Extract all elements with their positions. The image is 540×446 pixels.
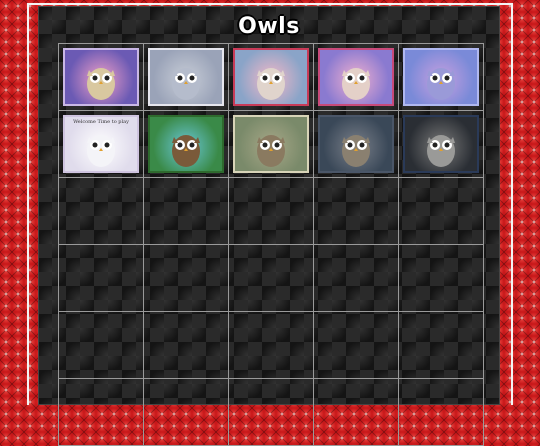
thumbnail-link[interactable]: Welcome Time to play	[63, 115, 139, 173]
grid-cell: Welcome Time to play	[59, 111, 144, 178]
owl-illustration-icon	[257, 68, 285, 100]
thumbnail-link[interactable]	[148, 48, 224, 106]
page-title: Owls	[238, 14, 300, 39]
thumbnail-link[interactable]	[403, 48, 479, 106]
grid-cell	[314, 111, 399, 178]
thumbnail-link[interactable]	[63, 48, 139, 106]
grid-cell	[229, 312, 314, 379]
owl-illustration-icon	[427, 135, 455, 167]
grid-cell	[399, 312, 484, 379]
grid-cell	[229, 245, 314, 312]
grid-cell	[144, 245, 229, 312]
grid-cell	[399, 111, 484, 178]
grid-cell	[314, 312, 399, 379]
grid-cell	[229, 178, 314, 245]
owl-illustration-icon	[342, 68, 370, 100]
thumbnail-link[interactable]	[318, 115, 394, 173]
grid-cell	[229, 379, 314, 446]
owl-illustration-icon	[87, 135, 115, 167]
owl-illustration-icon	[172, 68, 200, 100]
grid-cell	[144, 44, 229, 111]
thumbnail-link[interactable]	[233, 115, 309, 173]
thumbnail-grid: Welcome Time to play	[58, 43, 484, 446]
grid-cell	[399, 379, 484, 446]
grid-cell	[314, 178, 399, 245]
grid-cell	[314, 245, 399, 312]
grid-cell	[144, 312, 229, 379]
owl-illustration-icon	[87, 68, 115, 100]
grid-cell	[144, 379, 229, 446]
owl-illustration-icon	[427, 68, 455, 100]
grid-cell	[229, 44, 314, 111]
thumbnail-link[interactable]	[318, 48, 394, 106]
thumbnail-link[interactable]	[148, 115, 224, 173]
owl-illustration-icon	[257, 135, 285, 167]
grid-cell	[59, 245, 144, 312]
grid-cell	[59, 379, 144, 446]
grid-cell	[59, 44, 144, 111]
grid-cell	[399, 178, 484, 245]
grid-cell	[59, 178, 144, 245]
grid-cell	[59, 312, 144, 379]
grid-cell	[314, 379, 399, 446]
thumbnail-link[interactable]	[233, 48, 309, 106]
grid-cell	[399, 245, 484, 312]
grid-cell	[399, 44, 484, 111]
grid-cell	[144, 111, 229, 178]
thumbnail-link[interactable]	[403, 115, 479, 173]
grid-cell	[229, 111, 314, 178]
grid-cell	[314, 44, 399, 111]
owl-illustration-icon	[172, 135, 200, 167]
owl-illustration-icon	[342, 135, 370, 167]
thumbnail-caption: Welcome Time to play	[73, 119, 129, 125]
grid-cell	[144, 178, 229, 245]
